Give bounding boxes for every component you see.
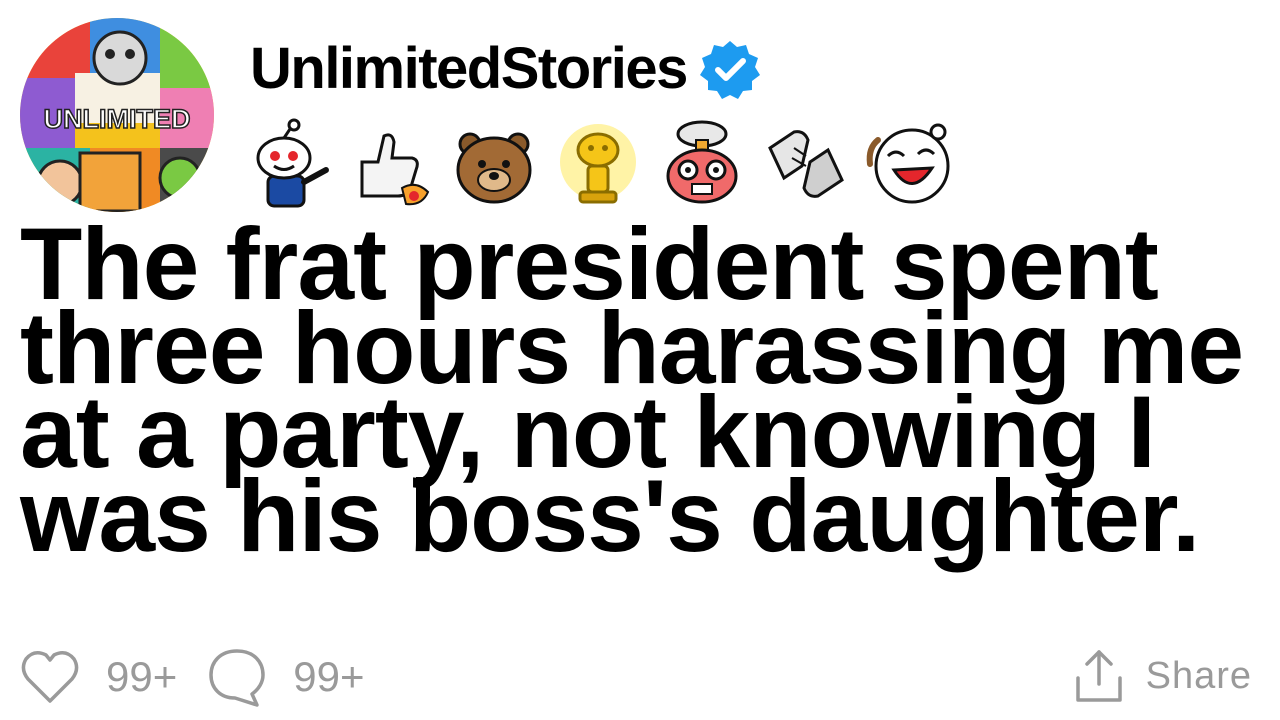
post-title: The frat president spent three hours har… (20, 207, 1244, 573)
post-actions: 99+ 99+ (18, 644, 393, 710)
like-count: 99+ (106, 653, 178, 700)
bear-face-icon[interactable] (448, 118, 540, 210)
username[interactable]: UnlimitedStories (250, 40, 688, 98)
reddit-alien-pointing-icon[interactable] (240, 118, 332, 210)
gold-trophy-icon[interactable] (552, 118, 644, 210)
laughing-face-icon[interactable] (864, 118, 956, 210)
comment-icon[interactable] (205, 645, 269, 709)
avatar[interactable]: UNLIMITED (20, 18, 214, 212)
heart-icon[interactable] (18, 645, 82, 709)
avatar-text: UNLIMITED (44, 104, 191, 134)
comment-count: 99+ (293, 653, 365, 700)
thumbs-up-rocket-icon[interactable] (344, 118, 436, 210)
verified-check-icon (699, 41, 760, 99)
mind-blown-icon[interactable] (656, 118, 748, 210)
share-button[interactable]: Share (1074, 648, 1252, 704)
handshake-icon[interactable] (760, 118, 852, 210)
share-label: Share (1145, 654, 1252, 697)
awards-row (240, 118, 956, 210)
share-icon (1075, 650, 1122, 702)
username-row: UnlimitedStories (250, 34, 761, 104)
